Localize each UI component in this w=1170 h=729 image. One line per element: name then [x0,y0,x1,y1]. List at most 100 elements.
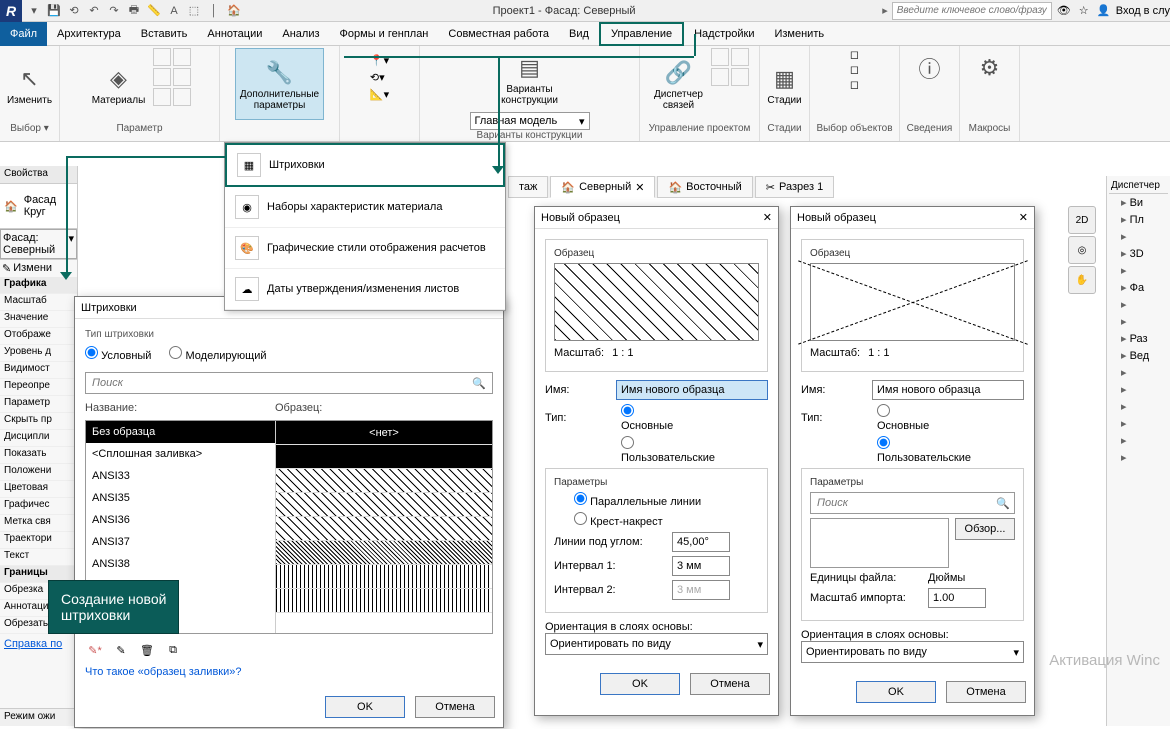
cancel-button[interactable]: Отмена [415,696,495,718]
radio-basic[interactable]: Основные [877,404,945,432]
pattern-name-input[interactable] [616,380,768,400]
menu-file[interactable]: Файл [0,22,47,46]
property-row[interactable]: Текст [0,549,77,566]
thin-lines-icon[interactable]: │ [206,3,222,19]
menu-addins[interactable]: Надстройки [684,22,764,46]
save-icon[interactable]: 💾 [46,3,62,19]
open-icon[interactable]: ▾ [26,3,42,19]
ok-button[interactable]: OK [600,673,680,695]
undo-icon[interactable]: ↶ [86,3,102,19]
phases-button[interactable]: ▦Стадии [763,48,805,120]
properties-help[interactable]: Справка по [0,634,77,654]
additional-params-button[interactable]: 🔧Дополнительные параметры [235,48,324,120]
sel-icon1[interactable]: ◻ [850,48,859,61]
sync-icon[interactable]: ⟲ [66,3,82,19]
rotate-icon[interactable]: ⟲▾ [370,71,389,84]
cancel-button[interactable]: Отмена [946,681,1026,703]
tree-node[interactable] [1109,228,1168,245]
property-row[interactable]: Метка свя [0,515,77,532]
tree-node[interactable] [1109,381,1168,398]
print-icon[interactable]: 🖶 [126,3,142,19]
search-icon[interactable]: 🔍 [992,497,1014,510]
radio-model[interactable]: Моделирующий [169,346,266,362]
dropdown-material-assets[interactable]: ◉Наборы характеристик материала [225,187,505,228]
tree-node[interactable]: Фа [1109,279,1168,296]
redo-icon[interactable]: ↷ [106,3,122,19]
tree-node[interactable]: Вед [1109,347,1168,364]
dropdown-fill-patterns[interactable]: ▦Штриховки [225,143,505,187]
menu-view[interactable]: Вид [559,22,599,46]
custom-search[interactable] [811,497,992,509]
pattern-row[interactable]: ANSI38 [86,553,275,575]
manage-links-button[interactable]: 🔗Диспетчер связей [650,48,707,120]
property-row[interactable]: Положени [0,464,77,481]
cancel-button[interactable]: Отмена [690,673,770,695]
tree-node[interactable] [1109,313,1168,330]
menu-insert[interactable]: Вставить [131,22,198,46]
property-row[interactable]: Переопре [0,379,77,396]
params-small-buttons[interactable] [153,48,191,106]
close-icon[interactable]: ✕ [1019,211,1028,224]
property-row[interactable]: Значение [0,311,77,328]
angle-input[interactable]: 45,00° [672,532,730,552]
tree-node[interactable]: Ви [1109,194,1168,211]
info-button[interactable]: ⓘ [910,48,950,88]
design-option-select[interactable]: Главная модель▾ [470,112,590,130]
pattern-row[interactable]: ANSI35 [86,487,275,509]
pattern-row[interactable]: ANSI36 [86,509,275,531]
nav-pan-icon[interactable]: ✋ [1068,266,1096,294]
dropdown-analysis-styles[interactable]: 🎨Графические стили отображения расчетов [225,228,505,269]
property-row[interactable]: Графичес [0,498,77,515]
pattern-row[interactable]: Без образца [86,421,275,443]
interval1-input[interactable]: 3 мм [672,556,730,576]
search-icon[interactable]: 🔍 [466,377,492,390]
view-tab-section[interactable]: ✂Разрез 1 [755,176,834,198]
browse-button[interactable]: Обзор... [955,518,1015,540]
pattern-row[interactable]: ANSI33 [86,465,275,487]
radio-basic[interactable]: Основные [621,404,689,432]
radio-custom[interactable]: Пользовательские [877,436,945,464]
menu-collab[interactable]: Совместная работа [438,22,559,46]
coords-icon[interactable]: 📐▾ [370,88,389,101]
dropdown-sheet-issues[interactable]: ☁Даты утверждения/изменения листов [225,269,505,310]
measure-icon[interactable]: 📏 [146,3,162,19]
exchange-icon[interactable]: ☆ [1076,3,1092,19]
delete-pattern-icon[interactable]: 🗑 [137,640,157,660]
menu-modify[interactable]: Изменить [764,22,834,46]
tree-node[interactable] [1109,364,1168,381]
nav-2d-icon[interactable]: 2D [1068,206,1096,234]
orientation-select[interactable]: Ориентировать по виду▾ [801,641,1024,663]
property-row[interactable]: Показать [0,447,77,464]
duplicate-pattern-icon[interactable]: ⧉ [163,640,183,660]
tree-node[interactable] [1109,415,1168,432]
menu-annotations[interactable]: Аннотации [197,22,272,46]
user-icon[interactable]: 👤 [1096,3,1112,19]
tree-node[interactable]: Пл [1109,211,1168,228]
home-icon[interactable]: 🏠 [226,3,242,19]
materials-button[interactable]: ◈Материалы [88,48,150,120]
view-tab-floor[interactable]: таж [508,176,548,198]
radio-drafting[interactable]: Условный [85,346,151,362]
radio-custom[interactable]: Пользовательские [621,436,689,464]
tree-node[interactable] [1109,296,1168,313]
sel-icon3[interactable]: ◻ [850,78,859,91]
view-tab-east[interactable]: 🏠Восточный [657,176,752,198]
tree-node[interactable]: Раз [1109,330,1168,347]
link-small-buttons[interactable] [711,48,749,86]
macros-button[interactable]: ⚙ [970,48,1010,88]
ok-button[interactable]: OK [856,681,936,703]
tree-node[interactable] [1109,398,1168,415]
edit-pattern-icon[interactable]: ✎ [111,640,131,660]
menu-architecture[interactable]: Архитектура [47,22,131,46]
new-pattern-icon[interactable]: ✎* [85,640,105,660]
property-row[interactable]: Скрыть пр [0,413,77,430]
sel-icon2[interactable]: ◻ [850,63,859,76]
property-row[interactable]: Цветовая [0,481,77,498]
edit-type[interactable]: Измени [13,262,52,275]
property-row[interactable]: Параметр [0,396,77,413]
menu-analysis[interactable]: Анализ [272,22,329,46]
close-icon[interactable]: ✕ [763,211,772,224]
tree-node[interactable] [1109,432,1168,449]
nav3d-icon[interactable]: ⬚ [186,3,202,19]
property-row[interactable]: Уровень д [0,345,77,362]
